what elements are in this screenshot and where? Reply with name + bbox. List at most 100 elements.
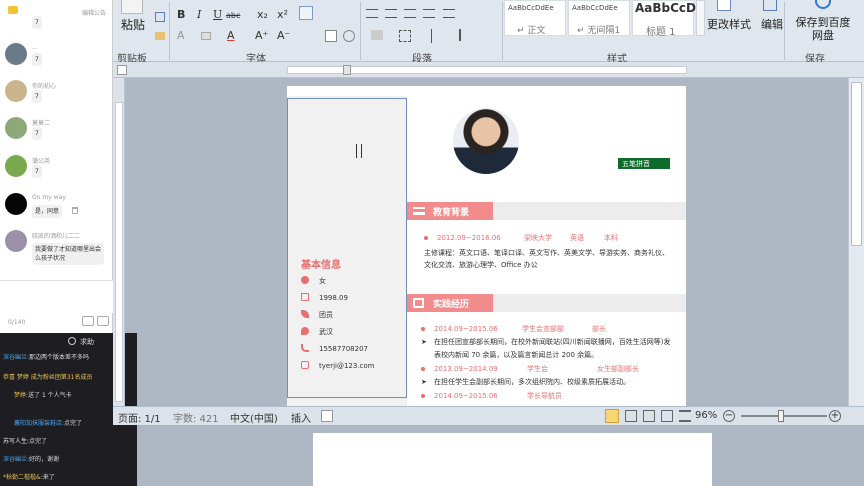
zoom-level[interactable]: 96% — [695, 410, 717, 421]
macro-icon[interactable] — [321, 410, 333, 422]
avatar[interactable] — [5, 117, 27, 139]
vertical-ruler[interactable] — [113, 78, 125, 406]
copy-icon[interactable] — [155, 12, 165, 22]
superscript-button[interactable]: x² — [277, 9, 288, 21]
highlight-icon[interactable] — [201, 32, 211, 40]
char-border-icon[interactable] — [325, 30, 337, 42]
chat-bubble: 7 — [32, 16, 42, 29]
graduation-cap-icon — [413, 207, 425, 215]
shading-icon[interactable] — [371, 30, 383, 40]
bold-button[interactable]: B — [177, 9, 185, 21]
horizontal-ruler[interactable] — [113, 62, 864, 78]
insert-mode[interactable]: 插入 — [291, 410, 311, 425]
align-right-icon[interactable] — [404, 9, 416, 18]
group-divider — [169, 2, 170, 60]
style-name: ↵ 无间隔1 — [577, 26, 621, 36]
avatar[interactable] — [5, 155, 27, 177]
section-bar-experience: 实践经历 — [407, 294, 686, 312]
indent-marker[interactable] — [343, 65, 351, 75]
italic-button[interactable]: I — [197, 9, 201, 21]
tab-selector[interactable] — [117, 65, 127, 75]
edit-button[interactable]: 编辑 — [761, 16, 783, 32]
arrow-bullet-icon: ➤ — [421, 378, 427, 386]
exp-role: 部长 — [592, 325, 606, 333]
ime-status-badge[interactable]: 五笔拼音 — [618, 158, 670, 169]
group-divider — [360, 2, 361, 60]
word-count[interactable]: 字数: 421 — [173, 410, 219, 425]
styles-scroll[interactable] — [696, 0, 705, 36]
baidu-cloud-icon[interactable] — [815, 0, 831, 9]
comment-user: 苏写人生: — [3, 438, 30, 445]
vertical-scrollbar[interactable] — [848, 78, 864, 406]
zoom-slider[interactable] — [741, 415, 827, 417]
edu-school: 梁映大学 — [524, 234, 552, 242]
live-comment: 襄阳加抹服装鞋店:点完了 — [14, 419, 82, 428]
paste-button[interactable]: 粘贴 — [121, 16, 145, 33]
zoom-in-icon[interactable]: + — [829, 410, 841, 422]
avatar[interactable] — [5, 193, 27, 215]
web-layout-icon[interactable] — [643, 410, 655, 422]
enclose-char-icon[interactable] — [343, 30, 355, 42]
print-layout-icon[interactable] — [605, 409, 619, 423]
help-icon[interactable] — [68, 337, 76, 345]
comment-text: 好的，谢谢 — [29, 456, 60, 463]
sender-name: On my way — [32, 194, 66, 201]
profile-photo[interactable] — [453, 108, 519, 174]
distributed-icon[interactable] — [443, 9, 455, 18]
font-color-button[interactable]: A — [227, 30, 235, 42]
format-painter-icon[interactable] — [155, 32, 165, 40]
borders-icon[interactable] — [399, 30, 411, 42]
show-marks-icon[interactable] — [459, 29, 469, 41]
binoculars-icon[interactable] — [763, 0, 777, 11]
exp-desc-line: 在担任学生会副部长期间，多次组织院内、校级素质拓展活动。 — [434, 378, 630, 386]
paste-icon[interactable] — [121, 0, 143, 14]
style-no-spacing[interactable]: AaBbCcDdEe ↵ 无间隔1 — [568, 0, 630, 36]
avatar[interactable] — [5, 230, 27, 252]
change-styles-button[interactable]: 更改样式 — [707, 16, 751, 32]
ruler-track — [115, 102, 123, 402]
zoom-out-icon[interactable]: − — [723, 410, 735, 422]
justify-icon[interactable] — [423, 9, 435, 18]
emoji-icon[interactable] — [82, 316, 94, 326]
sender-name: 蒲公英 — [32, 158, 51, 165]
language-status[interactable]: 中文(中国) — [230, 410, 278, 425]
edit-announcement-link[interactable]: 编辑公告 — [82, 8, 106, 17]
edu-courses-line: 文化交流、旅游心理学、Office 办公 — [424, 261, 538, 269]
avatar[interactable] — [5, 80, 27, 102]
style-normal[interactable]: AaBbCcDdEe ↵ 正文 — [504, 0, 566, 36]
text-effect-button[interactable]: A — [177, 30, 185, 42]
strikethrough-button[interactable]: abc — [226, 10, 240, 22]
outline-icon[interactable] — [661, 410, 673, 422]
arrow-bullet-icon: ➤ — [421, 338, 427, 346]
comment-text: 点完了 — [29, 438, 48, 445]
trash-icon[interactable] — [72, 207, 78, 214]
save-to-baidu-button[interactable]: 保存到百度网盘 — [793, 16, 853, 42]
style-heading1[interactable]: AaBbCcD 标题 1 — [632, 0, 696, 38]
comment-text: 那边两个版本差不多吗 — [29, 354, 90, 361]
document-page[interactable]: 五笔拼音 基本信息 女 1998.09 团员 武汉 15587708207 ty… — [287, 86, 686, 406]
shrink-font-button[interactable]: A⁻ — [277, 30, 290, 42]
clear-format-icon[interactable] — [299, 6, 313, 20]
comment-text: 送了 1 个人气卡 — [28, 392, 72, 399]
underline-button[interactable]: U — [213, 9, 222, 21]
grow-font-button[interactable]: A⁺ — [255, 30, 268, 42]
subscript-button[interactable]: x₂ — [257, 9, 268, 21]
message-input[interactable] — [0, 280, 113, 313]
change-styles-icon[interactable] — [717, 0, 731, 11]
text-cursor-icon — [356, 144, 362, 158]
image-icon[interactable] — [97, 316, 109, 326]
ribbon: 粘贴 剪贴板 B I U abc x₂ x² A A A⁺ A⁻ 字体 段落 A… — [113, 0, 864, 65]
draft-icon[interactable] — [679, 410, 691, 422]
document-page-2[interactable] — [313, 433, 712, 486]
align-center-icon[interactable] — [385, 9, 397, 18]
reading-layout-icon[interactable] — [625, 410, 637, 422]
avatar[interactable] — [5, 43, 27, 65]
help-label[interactable]: 求助 — [80, 337, 94, 347]
sort-icon[interactable] — [431, 29, 439, 43]
style-name: ↵ 正文 — [517, 26, 546, 36]
zoom-slider-thumb[interactable] — [778, 410, 784, 422]
phone-icon — [301, 344, 309, 352]
scroll-thumb[interactable] — [851, 82, 862, 246]
page-count[interactable]: 页面: 1/1 — [118, 410, 161, 425]
align-left-icon[interactable] — [366, 9, 378, 18]
